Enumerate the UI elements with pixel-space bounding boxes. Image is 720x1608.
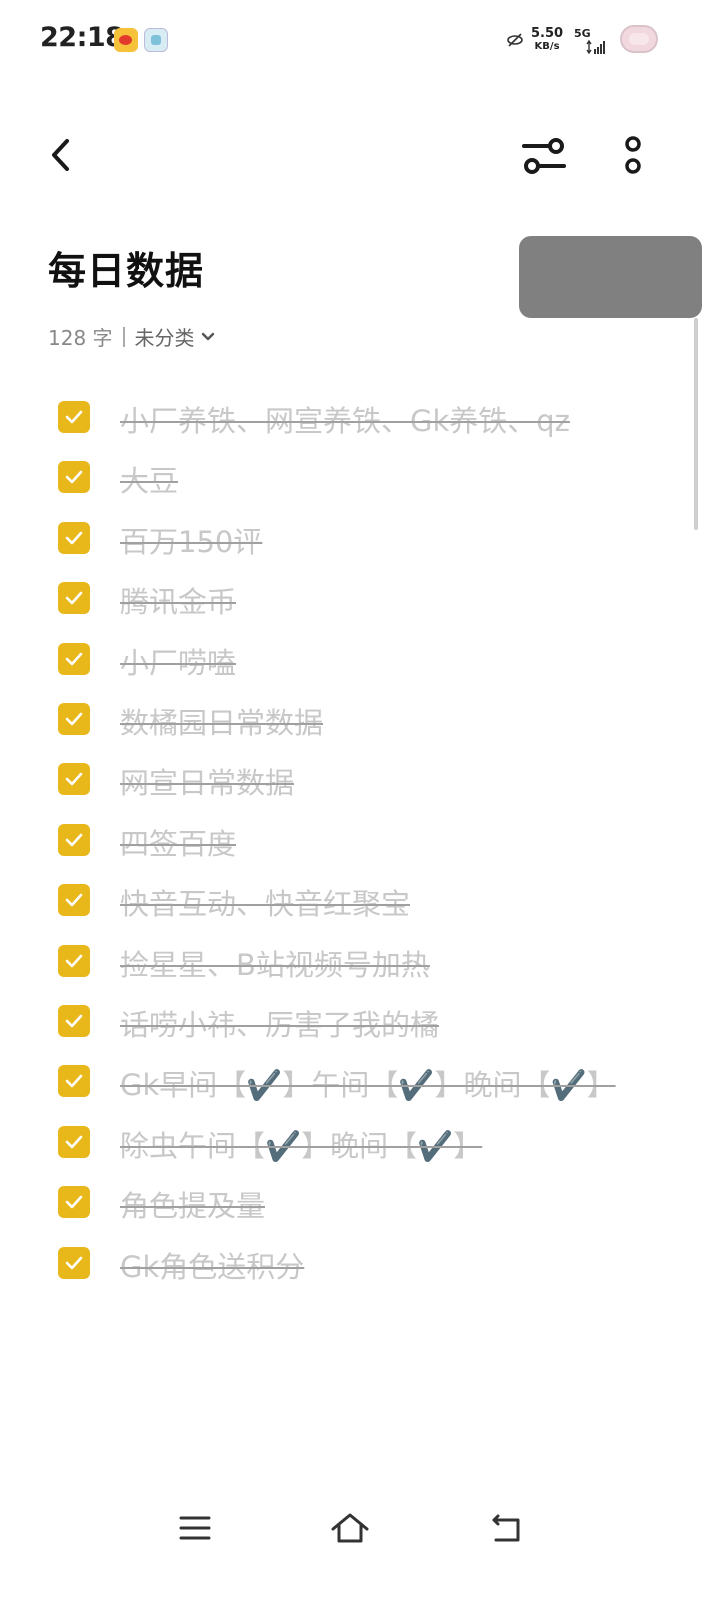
checkbox-checked[interactable] <box>58 642 90 675</box>
back-icon <box>492 1514 520 1542</box>
checklist-item-text[interactable]: 腾讯金币 <box>120 579 236 621</box>
checklist-item-text[interactable]: 除虫午间【✔️】晚间【✔️】 <box>120 1123 482 1165</box>
more-button[interactable] <box>610 130 656 182</box>
chevron-left-icon <box>52 139 69 171</box>
checklist-item-text[interactable]: 小厂养铁、网宣养铁、Gk养铁、qz <box>120 398 570 440</box>
checklist-item[interactable]: 角色提及量 <box>0 1172 700 1232</box>
chevron-down-icon <box>201 332 214 340</box>
category-selector[interactable]: 未分类 <box>135 322 215 351</box>
nav-menu-button[interactable] <box>165 1500 225 1556</box>
checklist-item-text[interactable]: 快音互动、快音红聚宝 <box>120 881 410 923</box>
checklist-item[interactable]: 网宣日常数据 <box>0 749 700 809</box>
checklist-item[interactable]: 数橘园日常数据 <box>0 689 700 749</box>
category-label: 未分类 <box>134 326 195 350</box>
word-count: 128 字 <box>48 326 113 350</box>
checklist-item[interactable]: Gk角色送积分 <box>0 1233 700 1293</box>
checklist-item[interactable]: Gk早间【✔️】午间【✔️】晚间【✔️】 <box>0 1051 700 1111</box>
checklist-item[interactable]: 四签百度 <box>0 810 700 870</box>
checkbox-checked[interactable] <box>58 703 90 735</box>
nav-home-button[interactable] <box>320 1500 380 1556</box>
check-icon <box>65 1195 83 1209</box>
checklist-item-text[interactable]: 小厂唠嗑 <box>120 640 236 682</box>
note-meta: 128 字 未分类 <box>48 322 215 351</box>
checkbox-checked[interactable] <box>58 1246 90 1279</box>
net-speed-value: 5.50 <box>531 26 564 41</box>
checkbox-checked[interactable] <box>58 884 90 917</box>
net-speed: 5.50 KB/s <box>531 27 563 53</box>
checklist-item-text[interactable]: 大豆 <box>120 458 178 500</box>
checklist-item[interactable]: 小厂养铁、网宣养铁、Gk养铁、qz <box>0 387 700 447</box>
status-bar: 22:18 5.50 KB/s 5G <box>0 0 720 84</box>
check-icon <box>65 531 83 545</box>
network-type: 5G <box>574 27 591 40</box>
check-icon <box>65 1256 83 1269</box>
checklist-item[interactable]: 大豆 <box>0 447 700 507</box>
meta-divider <box>122 326 125 347</box>
battery-icon <box>620 25 658 53</box>
menu-icon <box>179 1516 211 1540</box>
checklist-item[interactable]: 小厂唠嗑 <box>0 629 700 689</box>
checklist-item[interactable]: 话唠小祎、厉害了我的橘 <box>0 991 700 1051</box>
checklist-item-text[interactable]: 网宣日常数据 <box>120 760 294 802</box>
net-speed-unit: KB/s <box>534 41 560 52</box>
checklist-item-text[interactable]: Gk早间【✔️】午间【✔️】晚间【✔️】 <box>120 1062 616 1104</box>
sliders-icon <box>522 138 566 174</box>
check-icon <box>65 410 83 424</box>
checklist-item-text[interactable]: 话唠小祎、厉害了我的橘 <box>120 1002 439 1044</box>
checkbox-checked[interactable] <box>58 823 90 856</box>
checklist-item-text[interactable]: 捡星星、B站视频号加热 <box>120 942 430 984</box>
checkbox-checked[interactable] <box>58 1005 90 1037</box>
check-icon <box>65 652 83 665</box>
nav-back-button[interactable] <box>477 1500 537 1556</box>
checkbox-checked[interactable] <box>58 1065 90 1098</box>
no-sync-icon <box>507 33 523 47</box>
signal-icon <box>586 40 605 54</box>
back-button[interactable] <box>38 133 82 177</box>
checkbox-checked[interactable] <box>58 461 90 494</box>
check-icon <box>65 1014 83 1028</box>
checklist-item-text[interactable]: Gk角色送积分 <box>120 1244 304 1286</box>
checkbox-checked[interactable] <box>58 944 90 977</box>
check-icon <box>65 1075 83 1088</box>
check-icon <box>65 893 83 907</box>
checklist-item[interactable]: 腾讯金币 <box>0 568 700 628</box>
checklist-item[interactable]: 百万150评 <box>0 508 700 568</box>
checkbox-checked[interactable] <box>58 1125 90 1158</box>
weibo-icon <box>114 28 138 52</box>
check-icon <box>65 712 83 726</box>
checkbox-checked[interactable] <box>58 521 90 554</box>
check-icon <box>65 1135 83 1149</box>
checklist-item-text[interactable]: 数橘园日常数据 <box>120 700 323 742</box>
check-icon <box>65 591 83 605</box>
checklist-item-text[interactable]: 角色提及量 <box>120 1183 265 1225</box>
more-vertical-icon <box>625 136 641 174</box>
checklist-item[interactable]: 除虫午间【✔️】晚间【✔️】 <box>0 1112 700 1172</box>
checklist-item[interactable]: 快音互动、快音红聚宝 <box>0 870 700 930</box>
checkbox-checked[interactable] <box>58 582 90 615</box>
app-icon <box>144 28 168 52</box>
check-icon <box>65 954 83 967</box>
home-icon <box>331 1513 369 1543</box>
checkbox-checked[interactable] <box>58 1186 90 1219</box>
check-icon <box>65 773 83 786</box>
checklist-item-text[interactable]: 百万150评 <box>120 519 262 561</box>
checklist-item-text[interactable]: 四签百度 <box>120 821 236 863</box>
floating-overlay <box>519 236 702 318</box>
note-title[interactable]: 每日数据 <box>48 240 204 295</box>
filter-button[interactable] <box>518 130 570 182</box>
check-icon <box>65 833 83 847</box>
check-icon <box>65 471 83 484</box>
checkbox-checked[interactable] <box>58 763 90 796</box>
status-time: 22:18 <box>40 22 124 53</box>
checkbox-checked[interactable] <box>58 401 90 433</box>
checklist-item[interactable]: 捡星星、B站视频号加热 <box>0 931 700 991</box>
